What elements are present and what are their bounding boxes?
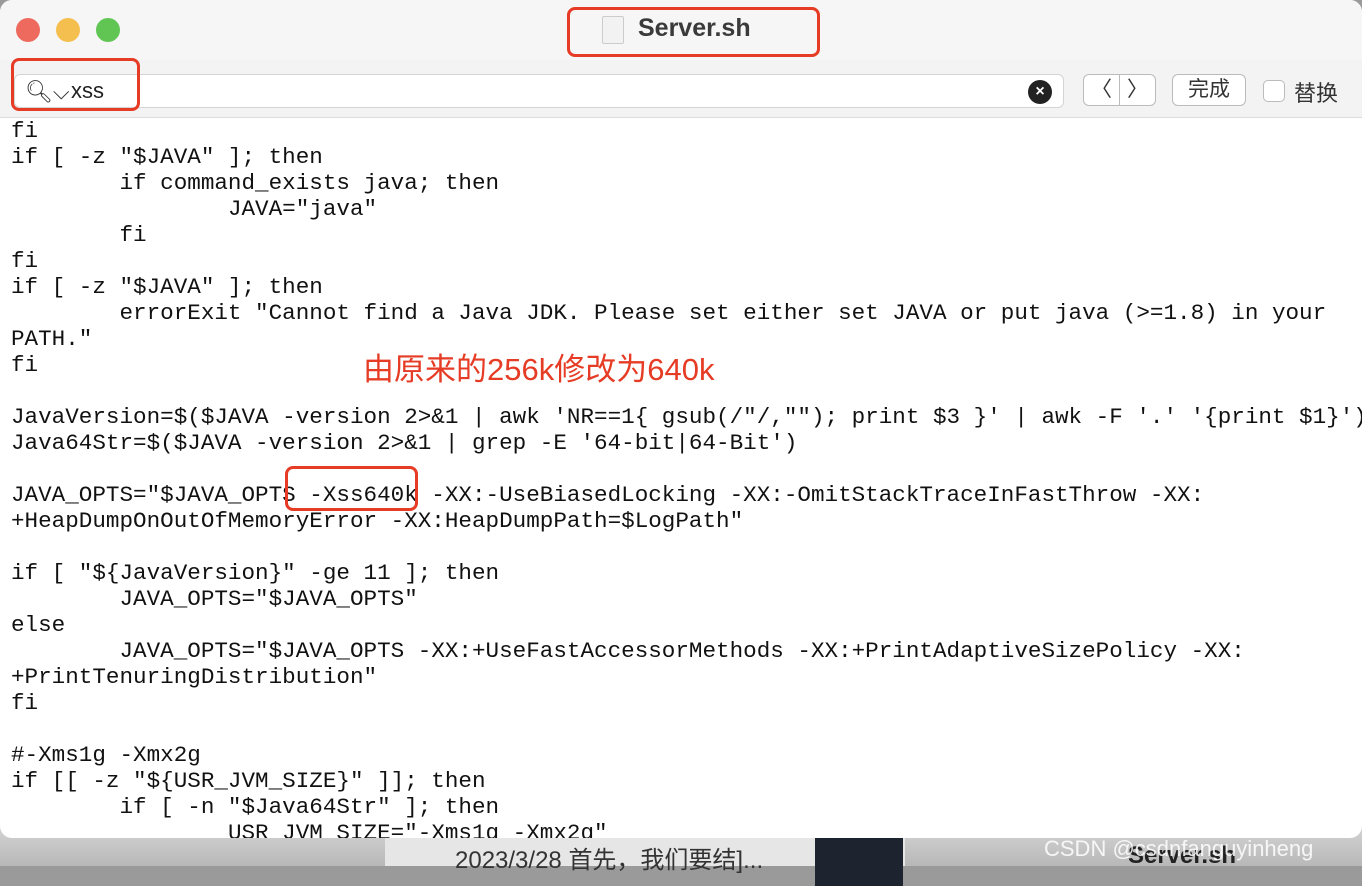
search-input[interactable] <box>71 78 971 104</box>
code-line: else <box>11 612 66 638</box>
highlight-box-xss <box>285 466 418 511</box>
code-line: JavaVersion=$($JAVA -version 2>&1 | awk … <box>11 404 1362 430</box>
code-line: if [ -z "$JAVA" ]; then <box>11 274 323 300</box>
done-button[interactable]: 完成 <box>1172 74 1246 106</box>
code-line: USR_JVM_SIZE="-Xms1g -Xmx2g" <box>11 820 608 838</box>
code-line: fi <box>11 222 147 248</box>
annotation-note: 由原来的256k修改为640k <box>363 352 715 387</box>
replace-label: 替换 <box>1294 81 1339 106</box>
code-line: if [ -z "$JAVA" ]; then <box>11 144 323 170</box>
editor-window: Server.sh 🔍︎⌵ × 〈 〉 完成 替换 fiif [ -z "$JA… <box>0 0 1362 838</box>
code-line: JAVA="java" <box>11 196 378 222</box>
highlight-box-search <box>11 58 140 111</box>
close-button[interactable] <box>16 18 40 42</box>
search-field[interactable]: 🔍︎⌵ × <box>14 74 1064 108</box>
zoom-button[interactable] <box>96 18 120 42</box>
code-line: if [ "${JavaVersion}" -ge 11 ]; then <box>11 560 500 586</box>
code-line: JAVA_OPTS="$JAVA_OPTS -XX:+UseFastAccess… <box>11 638 1245 664</box>
background-caption: 2023/3/28 首先，我们要结]... <box>455 847 764 874</box>
code-line: errorExit "Cannot find a Java JDK. Pleas… <box>11 300 1327 326</box>
code-line: if [ -n "$Java64Str" ]; then <box>11 794 500 820</box>
replace-checkbox[interactable] <box>1263 80 1285 102</box>
code-line: if command_exists java; then <box>11 170 500 196</box>
background-thumbnail <box>815 838 903 886</box>
highlight-box-title <box>567 7 820 57</box>
find-bar: 🔍︎⌵ × 〈 〉 完成 替换 <box>0 60 1362 118</box>
clear-search-icon[interactable]: × <box>1028 80 1052 104</box>
code-line: +HeapDumpOnOutOfMemoryError -XX:HeapDump… <box>11 508 744 534</box>
code-line: JAVA_OPTS="$JAVA_OPTS" <box>11 586 418 612</box>
code-line: #-Xms1g -Xmx2g <box>11 742 201 768</box>
next-match-button[interactable]: 〉 <box>1119 74 1156 106</box>
minimize-button[interactable] <box>56 18 80 42</box>
code-line: fi <box>11 248 39 274</box>
code-line: JAVA_OPTS="$JAVA_OPTS -Xss640k -XX:-UseB… <box>11 482 1205 508</box>
code-line: if [[ -z "${USR_JVM_SIZE}" ]]; then <box>11 768 486 794</box>
previous-match-button[interactable]: 〈 <box>1083 74 1120 106</box>
code-line: fi <box>11 118 39 144</box>
watermark: CSDN @csdnfanguyinheng <box>1044 836 1314 861</box>
code-line: +PrintTenuringDistribution" <box>11 664 378 690</box>
code-editor[interactable]: fi if [ -z "$JAVA" ]; then if command_exi… <box>11 118 1362 838</box>
code-line: Java64Str=$($JAVA -version 2>&1 | grep -… <box>11 430 798 456</box>
code-line: fi <box>11 690 39 716</box>
